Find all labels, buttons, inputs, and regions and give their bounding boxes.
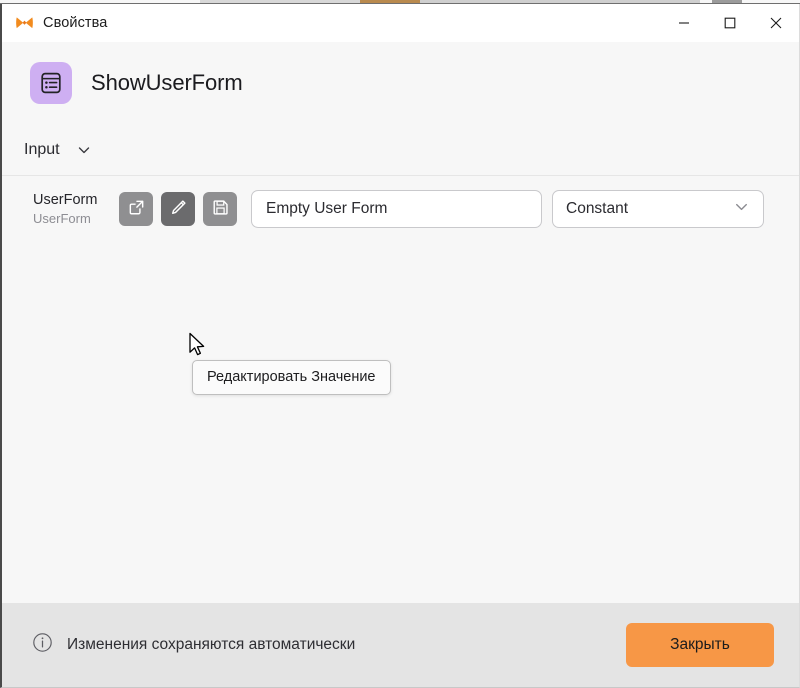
property-labels: UserForm UserForm: [33, 191, 119, 227]
autosave-note-text: Изменения сохраняются автоматически: [67, 636, 356, 653]
form-activity-icon: [30, 62, 72, 104]
floppy-disk-icon: [211, 198, 230, 220]
save-value-button[interactable]: [203, 192, 237, 226]
window-title: Свойства: [43, 15, 108, 31]
chevron-down-icon: [733, 198, 750, 220]
pencil-icon: [169, 198, 188, 220]
property-action-buttons: [119, 192, 237, 226]
property-value-input[interactable]: [251, 190, 542, 228]
open-in-new-icon: [127, 198, 146, 220]
info-circle-icon: [32, 632, 53, 658]
background-strip-segment: [360, 0, 420, 3]
property-row-userform: UserForm UserForm Empty User Form Consta…: [2, 176, 799, 228]
properties-body: Input UserForm UserForm Empty User Form …: [2, 124, 799, 603]
edit-value-button[interactable]: [161, 192, 195, 226]
section-header-input[interactable]: Input: [2, 124, 799, 176]
close-window-button[interactable]: [753, 4, 799, 42]
background-strip-segment: [712, 0, 742, 3]
chevron-down-icon[interactable]: [76, 142, 92, 158]
maximize-button[interactable]: [707, 4, 753, 42]
title-bar: Свойства: [2, 4, 799, 42]
close-dialog-button[interactable]: Закрыть: [626, 623, 774, 667]
uipath-butterfly-logo-icon: [14, 13, 34, 33]
edit-value-tooltip: Редактировать Значение: [192, 360, 391, 395]
tooltip-text: Редактировать Значение: [207, 369, 376, 385]
section-title: Input: [24, 140, 60, 158]
property-kind-value: Constant: [566, 200, 629, 217]
properties-window-screen: Свойства ShowUserForm Input UserForm Use…: [0, 0, 800, 688]
activity-title: ShowUserForm: [91, 70, 243, 95]
property-type: UserForm: [33, 210, 91, 226]
property-name: UserForm: [33, 191, 98, 208]
dialog-footer: Изменения сохраняются автоматически Закр…: [2, 603, 799, 687]
open-in-new-button[interactable]: [119, 192, 153, 226]
window-controls: [661, 4, 799, 42]
autosave-note: Изменения сохраняются автоматически: [32, 632, 626, 658]
property-kind-dropdown[interactable]: Constant: [552, 190, 764, 228]
properties-dialog: Свойства ShowUserForm Input UserForm Use…: [0, 4, 800, 688]
minimize-button[interactable]: [661, 4, 707, 42]
background-strip-segment: [420, 0, 700, 3]
background-strip-segment: [200, 0, 360, 3]
activity-header: ShowUserForm: [2, 42, 799, 124]
